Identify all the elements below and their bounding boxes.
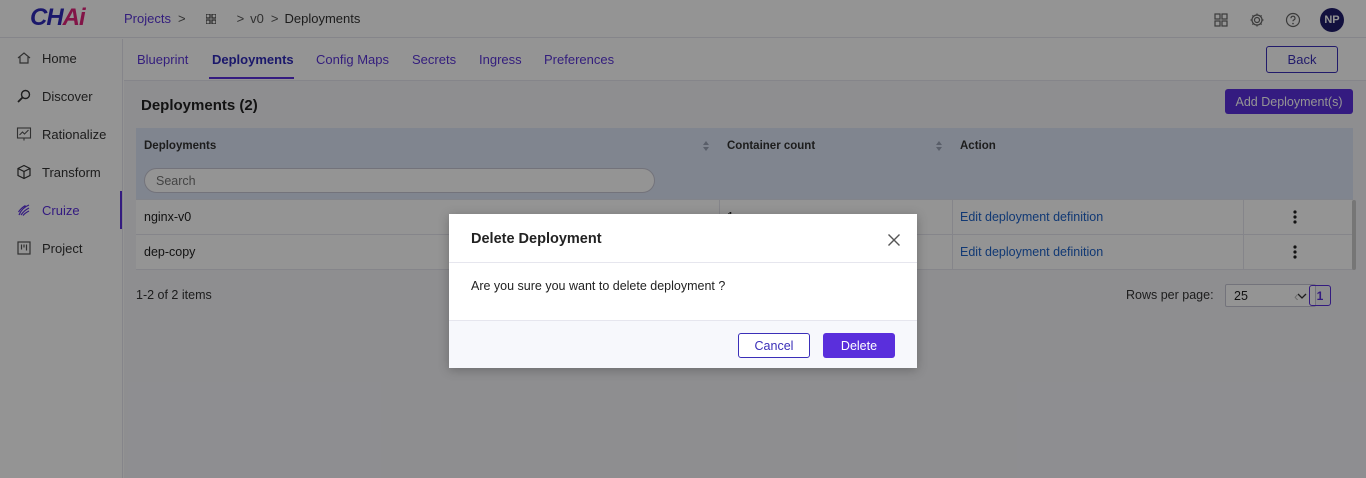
dialog-message: Are you sure you want to delete deployme…	[471, 279, 726, 293]
delete-button[interactable]: Delete	[823, 333, 895, 358]
dialog-body: Are you sure you want to delete deployme…	[449, 263, 917, 320]
dialog-footer: Cancel Delete	[449, 320, 917, 368]
delete-deployment-dialog: Delete Deployment Are you sure you want …	[449, 214, 917, 368]
close-icon[interactable]	[887, 233, 901, 247]
dialog-header: Delete Deployment	[449, 214, 917, 263]
dialog-title: Delete Deployment	[471, 231, 602, 247]
cancel-button[interactable]: Cancel	[738, 333, 810, 358]
